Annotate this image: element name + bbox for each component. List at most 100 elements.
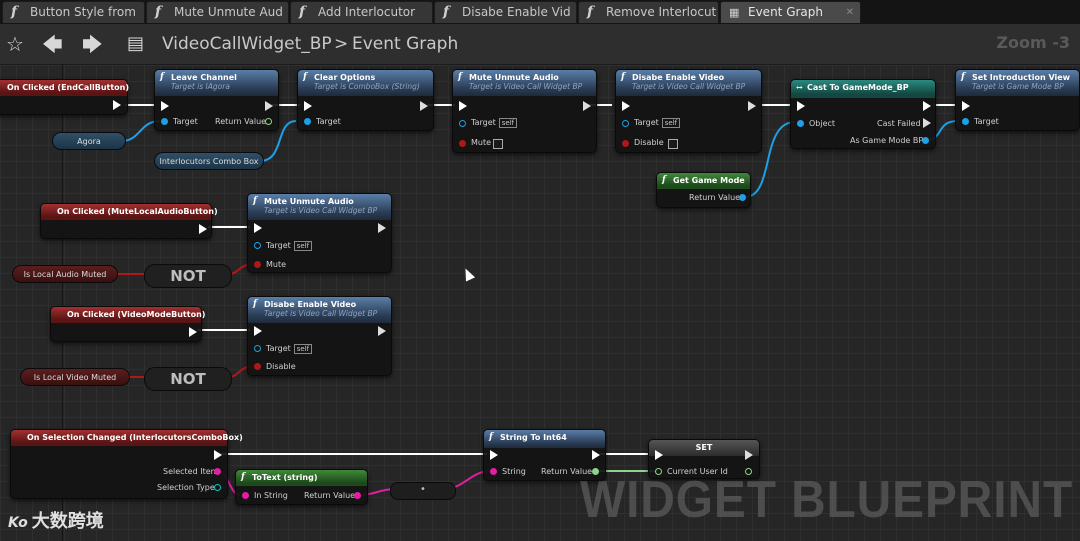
exec-out-pin[interactable] — [583, 101, 591, 111]
mute-pin[interactable] — [459, 140, 466, 147]
function-node-set-introduction-view[interactable]: f Set Introduction View Target is Game M… — [955, 69, 1080, 131]
tab-remove-interlocutor[interactable]: f Remove Interlocut — [578, 1, 719, 23]
return-value-pin[interactable] — [354, 492, 361, 499]
target-pin[interactable] — [161, 118, 168, 125]
star-icon[interactable]: ☆ — [6, 32, 24, 56]
variable-label: Is Local Audio Muted — [23, 270, 107, 279]
exec-in-pin[interactable] — [304, 101, 312, 111]
node-title: String To Int64 — [500, 433, 567, 442]
node-subtitle: Target is ComboBox (String) — [314, 82, 420, 91]
pin-label: Selection Type — [157, 483, 215, 492]
exec-in-pin[interactable] — [797, 101, 805, 111]
exec-out-pin[interactable] — [592, 450, 600, 460]
function-node-disable-enable-video-2[interactable]: f Disabe Enable Video Target is Video Ca… — [247, 296, 392, 376]
exec-in-pin[interactable] — [962, 101, 970, 111]
function-node-disable-enable-video[interactable]: f Disabe Enable Video Target is Video Ca… — [615, 69, 762, 153]
node-header: SET — [649, 440, 759, 456]
function-icon: f — [241, 472, 245, 482]
exec-out-pin[interactable] — [923, 101, 931, 111]
target-pin[interactable] — [459, 120, 466, 127]
tab-event-graph[interactable]: ▦ Event Graph ✕ — [720, 1, 861, 23]
brand-watermark: Ko 大数跨境 — [8, 507, 104, 533]
exec-out-pin[interactable] — [378, 326, 386, 336]
pin-label: Mute — [266, 260, 287, 269]
event-node-end-call[interactable]: On Clicked (EndCallButton) — [0, 79, 129, 115]
in-string-pin[interactable] — [242, 492, 249, 499]
tab-add-interlocutor[interactable]: f Add Interlocutor — [290, 1, 433, 23]
forward-arrow-icon[interactable]: 🡆 — [82, 32, 103, 56]
return-value-pin[interactable] — [265, 118, 272, 125]
node-title: On Clicked (MuteLocalAudioButton) — [57, 207, 218, 216]
back-arrow-icon[interactable]: 🡄 — [42, 32, 63, 56]
conversion-label: • — [420, 484, 426, 495]
node-title: SET — [695, 443, 713, 452]
disable-pin[interactable] — [622, 140, 629, 147]
exec-out-pin[interactable] — [378, 223, 386, 233]
cast-failed-pin[interactable] — [923, 118, 931, 128]
function-icon: f — [160, 72, 164, 82]
return-value-pin[interactable] — [739, 194, 746, 201]
tab-button-style[interactable]: f Button Style from — [2, 1, 145, 23]
exec-out-pin[interactable] — [214, 450, 222, 460]
event-node-mute-local-audio[interactable]: On Clicked (MuteLocalAudioButton) — [40, 203, 218, 239]
widget-blueprint-watermark: WIDGET BLUEPRINT — [580, 471, 1074, 529]
node-header: f Disabe Enable Video Target is Video Ca… — [248, 297, 391, 323]
exec-in-pin[interactable] — [254, 326, 262, 336]
exec-out-pin[interactable] — [113, 100, 121, 110]
string-pin[interactable] — [490, 468, 497, 475]
breadcrumb-root[interactable]: VideoCallWidget_BP — [162, 33, 332, 55]
function-node-mute-unmute-audio-2[interactable]: f Mute Unmute Audio Target is Video Call… — [247, 193, 392, 273]
function-icon: f — [489, 432, 493, 442]
exec-out-pin[interactable] — [420, 101, 428, 111]
event-node-selection-changed[interactable]: On Selection Changed (InterlocutorsCombo… — [10, 429, 243, 499]
variable-is-local-audio-muted[interactable]: Is Local Audio Muted — [12, 265, 118, 283]
variable-interlocutors-combo-box[interactable]: Interlocutors Combo Box — [154, 152, 264, 170]
as-gamemode-pin[interactable] — [922, 137, 929, 144]
exec-in-pin[interactable] — [655, 450, 663, 460]
exec-out-pin[interactable] — [745, 450, 753, 460]
pin-label: Target — [173, 117, 198, 126]
exec-out-pin[interactable] — [199, 224, 207, 234]
tab-disable-enable-video[interactable]: f Disabe Enable Vid — [434, 1, 577, 23]
variable-agora[interactable]: Agora — [52, 132, 126, 150]
target-pin[interactable] — [254, 345, 261, 352]
close-icon[interactable]: ✕ — [846, 2, 854, 23]
target-pin[interactable] — [962, 118, 969, 125]
selection-type-pin[interactable] — [214, 484, 221, 491]
event-node-video-mode[interactable]: On Clicked (VideoModeButton) — [50, 306, 205, 342]
conversion-node[interactable]: • — [390, 482, 456, 500]
exec-in-pin[interactable] — [490, 450, 498, 460]
exec-in-pin[interactable] — [459, 101, 467, 111]
exec-out-pin[interactable] — [189, 327, 197, 337]
exec-out-pin[interactable] — [748, 101, 756, 111]
variable-is-local-video-muted[interactable]: Is Local Video Muted — [20, 368, 130, 386]
target-pin[interactable] — [622, 120, 629, 127]
function-node-leave-channel[interactable]: f Leave Channel Target is IAgora Target … — [154, 69, 279, 131]
cast-node-gamemode[interactable]: ↔ Cast To GameMode_BP Object Cast Failed… — [790, 79, 936, 149]
mute-checkbox[interactable] — [493, 139, 503, 149]
function-node-mute-unmute-audio[interactable]: f Mute Unmute Audio Target is Video Call… — [452, 69, 597, 153]
target-pin[interactable] — [304, 118, 311, 125]
function-node-clear-options[interactable]: f Clear Options Target is ComboBox (Stri… — [297, 69, 434, 131]
blueprint-icon: ▤ — [127, 33, 145, 54]
not-node-video[interactable]: NOT — [144, 367, 232, 391]
disable-pin[interactable] — [254, 363, 261, 370]
node-header: f Clear Options Target is ComboBox (Stri… — [298, 70, 433, 96]
node-subtitle: Target is IAgora — [171, 82, 230, 91]
variable-label: Is Local Video Muted — [33, 373, 117, 382]
exec-out-pin[interactable] — [265, 101, 273, 111]
disable-checkbox[interactable] — [668, 139, 678, 149]
tab-mute-unmute-audio[interactable]: f Mute Unmute Aud — [146, 1, 289, 23]
node-header: On Clicked (VideoModeButton) — [51, 307, 205, 323]
mute-pin[interactable] — [254, 261, 261, 268]
object-pin[interactable] — [797, 120, 804, 127]
not-node-audio[interactable]: NOT — [144, 264, 232, 288]
pure-node-totext[interactable]: f ToText (string) In String Return Value — [235, 469, 368, 505]
selected-item-pin[interactable] — [214, 468, 221, 475]
target-pin[interactable] — [254, 242, 261, 249]
pure-node-get-game-mode[interactable]: f Get Game Mode Return Value — [656, 172, 751, 208]
exec-in-pin[interactable] — [622, 101, 630, 111]
exec-in-pin[interactable] — [161, 101, 169, 111]
exec-in-pin[interactable] — [254, 223, 262, 233]
pin-label: Cast Failed — [877, 119, 921, 128]
